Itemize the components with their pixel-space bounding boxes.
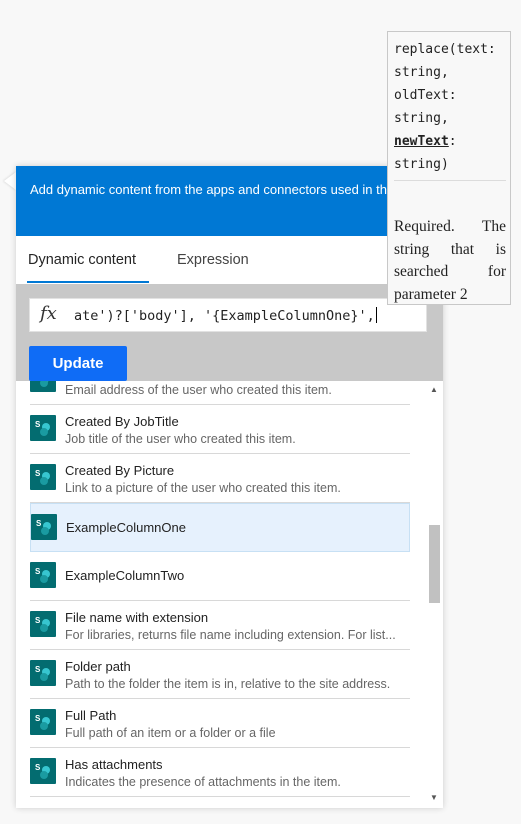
list-item-title: File name with extension [65, 610, 209, 625]
sharepoint-icon: S [31, 514, 57, 540]
list-item-title: ExampleColumnOne [66, 520, 186, 535]
dynamic-content-panel: Add dynamic content from the apps and co… [16, 166, 443, 808]
list-item-title: Has attachments [65, 757, 163, 772]
list-item[interactable]: S File name with extension For libraries, … [30, 601, 410, 650]
scroll-thumb[interactable] [429, 525, 440, 603]
list-item[interactable]: S ExampleColumnOne [30, 503, 410, 552]
list-item[interactable]: S Email address of the user who created t… [30, 381, 410, 405]
list-item-description: Link to a picture of the user who create… [65, 481, 341, 495]
list-item[interactable]: S ExampleColumnTwo [30, 552, 410, 601]
scroll-up-arrow-icon[interactable]: ▲ [429, 385, 439, 395]
sharepoint-icon: S [30, 381, 56, 392]
tooltip-divider [394, 180, 506, 181]
formula-value: ate')?['body'], '{ExampleColumnOne}', [74, 308, 375, 324]
tab-dynamic-content[interactable]: Dynamic content [28, 252, 136, 268]
formula-text[interactable]: ate')?['body'], '{ExampleColumnOne}', [74, 307, 424, 324]
list-item[interactable]: S Created By JobTitle Job title of the use… [30, 405, 410, 454]
list-item-description: Full path of an item or a folder or a fi… [65, 726, 276, 740]
function-signature-tooltip: replace(text: string, oldText: string, n… [387, 31, 511, 305]
list-item-description: Indicates the presence of attachments in… [65, 775, 341, 789]
tab-bar: Dynamic content Expression [16, 236, 443, 284]
list-item[interactable]: S Full Path Full path of an item or a fold… [30, 699, 410, 748]
sig-line-active: newText: [394, 130, 506, 153]
expression-area: fx ate')?['body'], '{ExampleColumnOne}',… [16, 284, 443, 381]
sig-line: string, [394, 65, 449, 80]
sharepoint-icon: S [30, 611, 56, 637]
update-button[interactable]: Update [29, 346, 127, 381]
text-caret [375, 307, 377, 323]
parameter-description: Required. The string that is searched fo… [394, 218, 506, 303]
active-parameter: newText [394, 134, 449, 149]
list-scrollbar[interactable]: ▲ ▼ [427, 381, 441, 805]
sig-line: string, [394, 111, 449, 126]
sharepoint-icon: S [30, 415, 56, 441]
active-tab-underline [27, 281, 149, 283]
list-item-description: Email address of the user who created th… [65, 383, 332, 397]
sig-colon: : [448, 134, 457, 149]
list-item[interactable]: S Has attachments Indicates the presence o… [30, 748, 410, 797]
sig-line: replace(text: [394, 42, 496, 57]
formula-input[interactable]: fx ate')?['body'], '{ExampleColumnOne}', [29, 298, 427, 332]
function-signature: replace(text: string, oldText: string, n… [394, 38, 506, 176]
sharepoint-icon: S [30, 709, 56, 735]
header-text: Add dynamic content from the apps and co… [30, 182, 427, 197]
sharepoint-icon: S [30, 562, 56, 588]
sig-line: string) [394, 157, 449, 172]
scroll-down-arrow-icon[interactable]: ▼ [429, 793, 439, 803]
list-item-title: ExampleColumnTwo [65, 568, 185, 583]
dynamic-content-list: S Email address of the user who created t… [16, 381, 427, 805]
fx-icon: fx [40, 303, 57, 324]
list-item[interactable]: S Folder path Path to the folder the item … [30, 650, 410, 699]
list-item-title: Created By Picture [65, 463, 175, 478]
sharepoint-icon: S [30, 464, 56, 490]
sharepoint-icon: S [30, 660, 56, 686]
list-item-title: Folder path [65, 659, 131, 674]
list-item-description: Path to the folder the item is in, relat… [65, 677, 391, 691]
panel-header: Add dynamic content from the apps and co… [16, 166, 443, 236]
list-item-title: Full Path [65, 708, 117, 723]
list-item-title: Created By JobTitle [65, 414, 179, 429]
sig-line: oldText: [394, 88, 457, 103]
tab-expression[interactable]: Expression [177, 252, 249, 268]
panel-pointer [4, 172, 16, 190]
list-item-description: Job title of the user who created this i… [65, 432, 296, 446]
list-item-description: For libraries, returns file name includi… [65, 628, 396, 642]
sharepoint-icon: S [30, 758, 56, 784]
list-item[interactable]: S Created By Picture Link to a picture of … [30, 454, 410, 503]
